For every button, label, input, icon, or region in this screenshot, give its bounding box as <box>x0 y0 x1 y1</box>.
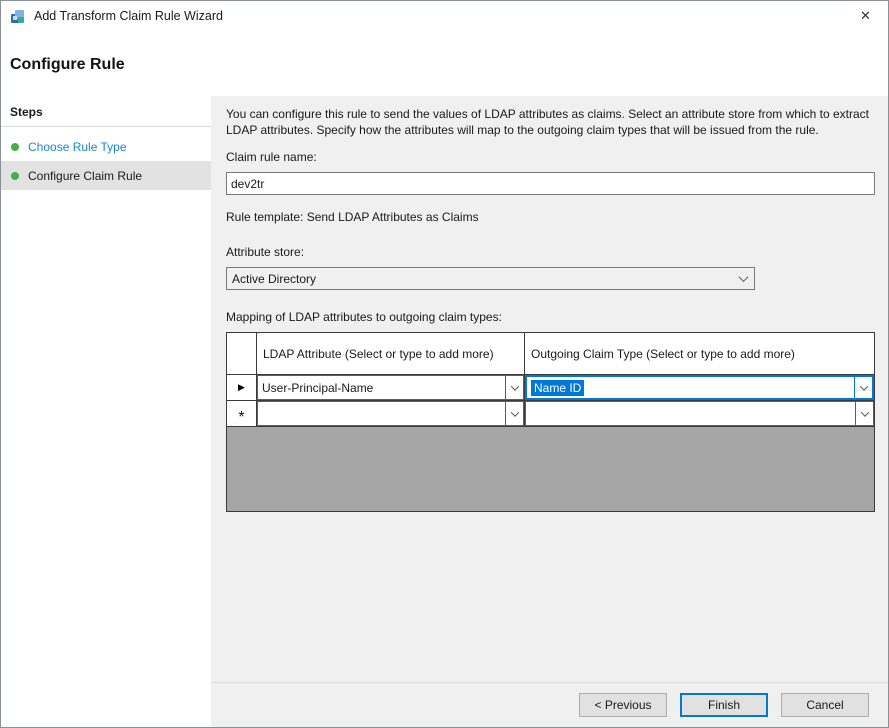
previous-button[interactable]: < Previous <box>579 693 667 717</box>
step-label: Configure Claim Rule <box>28 169 142 183</box>
sidebar-item-configure-claim-rule[interactable]: Configure Claim Rule <box>1 161 211 190</box>
outgoing-claim-type-combo[interactable]: Name ID <box>525 375 874 400</box>
wizard-app-icon <box>9 7 27 25</box>
page-title: Configure Rule <box>10 56 125 74</box>
mapping-table: LDAP Attribute (Select or type to add mo… <box>226 332 875 512</box>
close-button[interactable]: ✕ <box>843 1 888 31</box>
steps-header: Steps <box>1 96 211 127</box>
table-empty-area <box>227 427 874 511</box>
rule-template-text: Rule template: Send LDAP Attributes as C… <box>226 210 875 224</box>
outgoing-claim-type-combo-new[interactable] <box>525 401 874 426</box>
step-complete-dot-icon <box>11 143 19 151</box>
chevron-down-icon[interactable] <box>854 377 872 398</box>
main-panel: You can configure this rule to send the … <box>211 96 888 682</box>
attribute-store-label: Attribute store: <box>226 245 875 259</box>
footer-bar: < Previous Finish Cancel <box>211 682 888 727</box>
wizard-window: Add Transform Claim Rule Wizard ✕ Config… <box>0 0 889 728</box>
chevron-down-icon <box>732 268 754 289</box>
row-header-new-row[interactable]: * <box>227 401 257 427</box>
combo-value <box>258 402 505 425</box>
ldap-attribute-combo[interactable]: User-Principal-Name <box>257 375 524 400</box>
finish-button[interactable]: Finish <box>680 693 768 717</box>
mapping-table-label: Mapping of LDAP attributes to outgoing c… <box>226 310 875 324</box>
claim-rule-name-input[interactable] <box>226 172 875 195</box>
chevron-down-icon[interactable] <box>505 376 523 399</box>
step-label: Choose Rule Type <box>28 140 127 154</box>
table-cell-outgoing-claim-type: Name ID <box>525 375 874 401</box>
ldap-attribute-combo-new[interactable] <box>257 401 524 426</box>
description-text: You can configure this rule to send the … <box>226 106 875 138</box>
current-row-marker-icon: ▶ <box>238 382 245 393</box>
combo-value: User-Principal-Name <box>258 376 505 399</box>
table-cell-ldap-attribute-new <box>257 401 525 427</box>
row-header-current-row[interactable]: ▶ <box>227 375 257 401</box>
selected-text: Name ID <box>531 380 584 396</box>
cancel-button[interactable]: Cancel <box>781 693 869 717</box>
attribute-store-select[interactable]: Active Directory <box>226 267 755 290</box>
table-cell-ldap-attribute: User-Principal-Name <box>257 375 525 401</box>
claim-rule-name-label: Claim rule name: <box>226 150 875 164</box>
titlebar[interactable]: Add Transform Claim Rule Wizard ✕ <box>1 1 888 31</box>
chevron-down-icon[interactable] <box>505 402 523 425</box>
steps-sidebar: Steps Choose Rule Type Configure Claim R… <box>1 96 211 727</box>
step-complete-dot-icon <box>11 172 19 180</box>
sidebar-item-choose-rule-type[interactable]: Choose Rule Type <box>1 132 211 161</box>
combo-value <box>526 402 855 425</box>
window-title: Add Transform Claim Rule Wizard <box>34 9 843 23</box>
close-icon: ✕ <box>860 8 871 24</box>
table-corner-cell[interactable] <box>227 333 257 375</box>
attribute-store-value: Active Directory <box>232 272 316 286</box>
chevron-down-icon[interactable] <box>855 402 873 425</box>
table-cell-outgoing-claim-type-new <box>525 401 874 427</box>
column-header-outgoing-claim-type[interactable]: Outgoing Claim Type (Select or type to a… <box>525 333 874 375</box>
new-row-marker-icon: * <box>238 413 244 423</box>
combo-value: Name ID <box>527 377 854 398</box>
column-header-ldap-attribute[interactable]: LDAP Attribute (Select or type to add mo… <box>257 333 525 375</box>
